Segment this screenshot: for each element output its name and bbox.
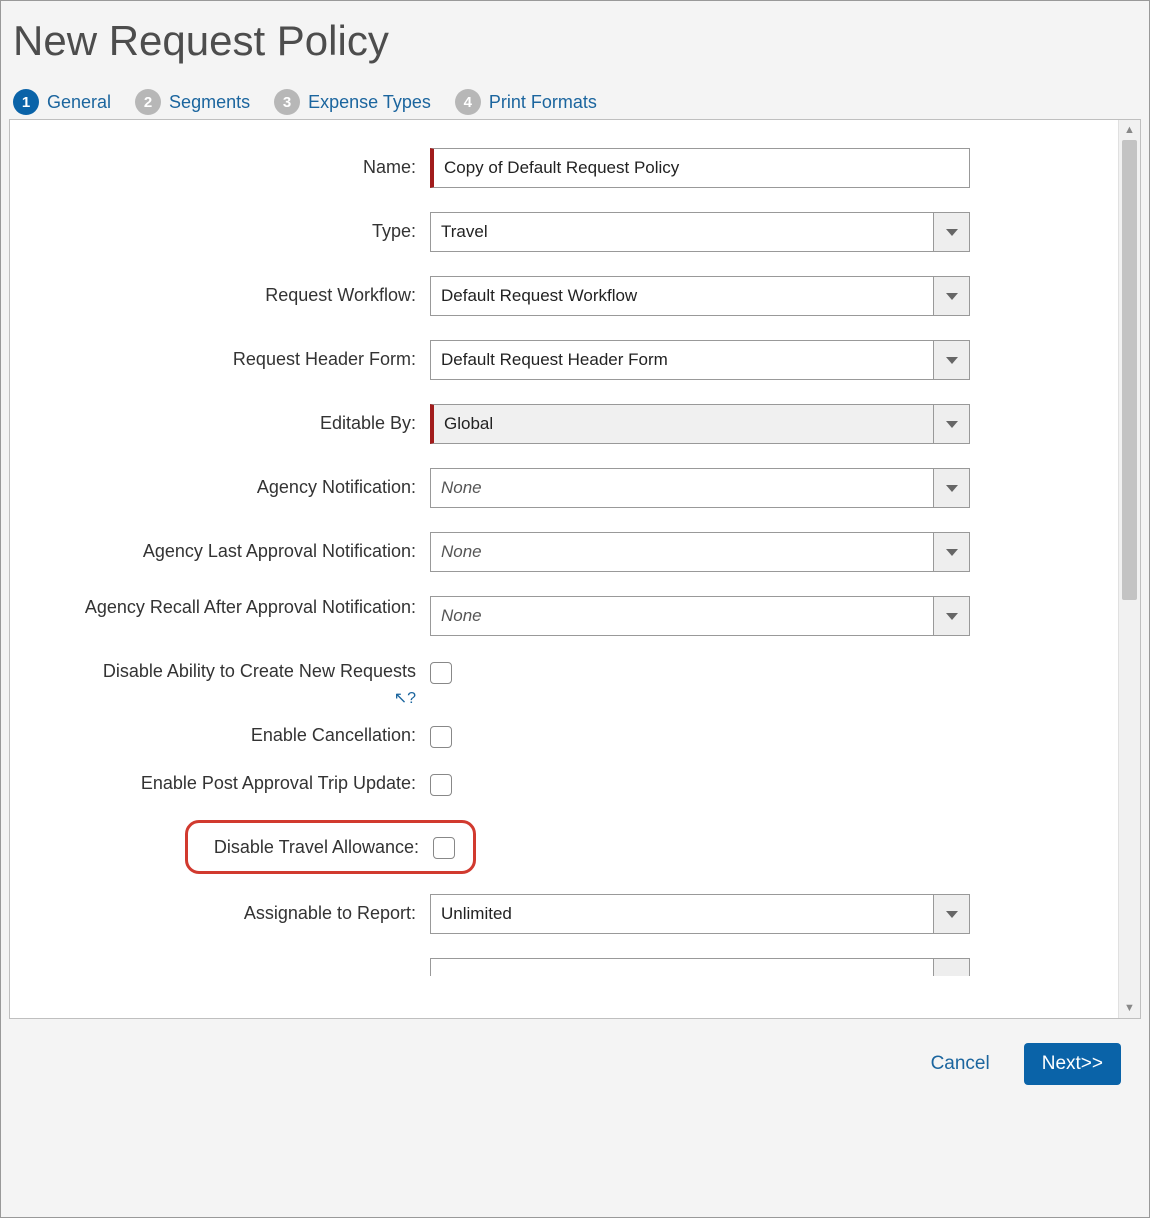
enable-cancel-checkbox[interactable] bbox=[430, 726, 452, 748]
step-num: 3 bbox=[274, 89, 300, 115]
editable-by-select[interactable]: Global bbox=[430, 404, 970, 444]
enable-post-label: Enable Post Approval Trip Update: bbox=[30, 772, 430, 795]
page-title: New Request Policy bbox=[13, 17, 1141, 65]
agency-last-label: Agency Last Approval Notification: bbox=[30, 540, 430, 563]
agency-notif-value: None bbox=[431, 469, 933, 507]
header-form-select[interactable]: Default Request Header Form bbox=[430, 340, 970, 380]
header-form-label: Request Header Form: bbox=[30, 348, 430, 371]
type-label: Type: bbox=[30, 220, 430, 243]
partial-select[interactable] bbox=[430, 958, 970, 976]
enable-post-checkbox[interactable] bbox=[430, 774, 452, 796]
step-num: 1 bbox=[13, 89, 39, 115]
step-label: Segments bbox=[169, 92, 250, 113]
scroll-down-icon[interactable]: ▼ bbox=[1119, 998, 1140, 1018]
scrollbar[interactable]: ▲ ▼ bbox=[1118, 120, 1140, 1018]
workflow-select[interactable]: Default Request Workflow bbox=[430, 276, 970, 316]
agency-recall-select[interactable]: None bbox=[430, 596, 970, 636]
chevron-down-icon bbox=[933, 959, 969, 976]
step-num: 4 bbox=[455, 89, 481, 115]
assignable-select[interactable]: Unlimited bbox=[430, 894, 970, 934]
form-scroll-area: Name: Type: Travel Request Workflow: Def… bbox=[10, 120, 1118, 1018]
chevron-down-icon bbox=[933, 405, 969, 443]
agency-last-value: None bbox=[431, 533, 933, 571]
next-button[interactable]: Next>> bbox=[1024, 1043, 1121, 1085]
workflow-label: Request Workflow: bbox=[30, 284, 430, 307]
disable-create-checkbox[interactable] bbox=[430, 662, 452, 684]
step-label: General bbox=[47, 92, 111, 113]
wizard-steps: 1 General 2 Segments 3 Expense Types 4 P… bbox=[13, 89, 1141, 115]
chevron-down-icon bbox=[933, 277, 969, 315]
step-print-formats[interactable]: 4 Print Formats bbox=[455, 89, 597, 115]
disable-ta-checkbox[interactable] bbox=[433, 837, 455, 859]
chevron-down-icon bbox=[933, 341, 969, 379]
type-value: Travel bbox=[431, 213, 933, 251]
agency-last-select[interactable]: None bbox=[430, 532, 970, 572]
step-general[interactable]: 1 General bbox=[13, 89, 111, 115]
agency-recall-value: None bbox=[431, 597, 933, 635]
cancel-button[interactable]: Cancel bbox=[925, 1052, 996, 1076]
chevron-down-icon bbox=[933, 213, 969, 251]
chevron-down-icon bbox=[933, 469, 969, 507]
step-num: 2 bbox=[135, 89, 161, 115]
disable-create-label: Disable Ability to Create New Requests bbox=[30, 660, 430, 683]
name-label: Name: bbox=[30, 156, 430, 179]
assignable-value: Unlimited bbox=[431, 895, 933, 933]
assignable-label: Assignable to Report: bbox=[30, 902, 430, 925]
step-expense-types[interactable]: 3 Expense Types bbox=[274, 89, 431, 115]
form-panel: Name: Type: Travel Request Workflow: Def… bbox=[9, 119, 1141, 1019]
type-select[interactable]: Travel bbox=[430, 212, 970, 252]
scroll-thumb[interactable] bbox=[1122, 140, 1137, 600]
agency-recall-label: Agency Recall After Approval Notificatio… bbox=[30, 596, 430, 619]
help-icon[interactable]: ↖? bbox=[30, 688, 430, 708]
step-label: Print Formats bbox=[489, 92, 597, 113]
step-label: Expense Types bbox=[308, 92, 431, 113]
agency-notif-label: Agency Notification: bbox=[30, 476, 430, 499]
disable-ta-label: Disable Travel Allowance: bbox=[192, 837, 433, 858]
header-form-value: Default Request Header Form bbox=[431, 341, 933, 379]
footer-actions: Cancel Next>> bbox=[9, 1019, 1141, 1085]
chevron-down-icon bbox=[933, 533, 969, 571]
editable-by-value: Global bbox=[434, 405, 933, 443]
chevron-down-icon bbox=[933, 895, 969, 933]
name-input[interactable] bbox=[430, 148, 970, 188]
chevron-down-icon bbox=[933, 597, 969, 635]
disable-travel-allowance-highlight: Disable Travel Allowance: bbox=[185, 820, 476, 874]
agency-notif-select[interactable]: None bbox=[430, 468, 970, 508]
scroll-up-icon[interactable]: ▲ bbox=[1119, 120, 1140, 140]
step-segments[interactable]: 2 Segments bbox=[135, 89, 250, 115]
enable-cancel-label: Enable Cancellation: bbox=[30, 724, 430, 747]
editable-by-label: Editable By: bbox=[30, 412, 430, 435]
workflow-value: Default Request Workflow bbox=[431, 277, 933, 315]
